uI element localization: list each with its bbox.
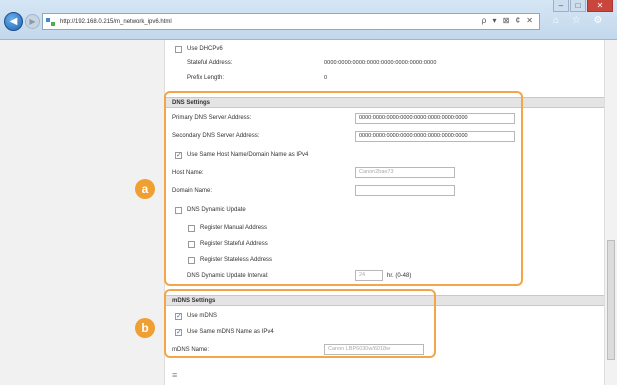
minimize-button[interactable]: – bbox=[553, 0, 569, 12]
use-dhcpv6-checkbox[interactable] bbox=[175, 46, 182, 53]
callout-frame-b bbox=[164, 289, 436, 358]
callout-badge-b: b bbox=[135, 318, 155, 338]
address-bar[interactable]: http://192.168.0.215/m_network_ipv6.html… bbox=[42, 13, 540, 30]
stateful-address-label: Stateful Address: bbox=[187, 60, 233, 66]
url-text: http://192.168.0.215/m_network_ipv6.html bbox=[60, 18, 172, 25]
maximize-button[interactable]: □ bbox=[570, 0, 586, 12]
page-favicon-icon bbox=[46, 17, 56, 27]
callout-frame-a bbox=[164, 91, 523, 286]
stateful-address-value: 0000:0000:0000:0000:0000:0000:0000:0000 bbox=[324, 60, 437, 66]
menu-icon: ≡ bbox=[172, 370, 178, 380]
use-dhcpv6-label: Use DHCPv6 bbox=[187, 46, 223, 52]
forward-arrow-icon: ▶ bbox=[29, 17, 36, 26]
close-window-button[interactable]: ✕ bbox=[587, 0, 613, 12]
vertical-scrollbar[interactable] bbox=[604, 40, 617, 385]
home-favorites-settings-icons[interactable]: ⌂ ☆ ⚙ bbox=[553, 15, 608, 26]
prefix-length-value: 0 bbox=[324, 75, 328, 81]
address-bar-tools[interactable]: ρ ▾ ⊠ ¢ ✕ bbox=[482, 16, 535, 25]
forward-button[interactable]: ▶ bbox=[25, 14, 40, 29]
back-arrow-icon: ◀ bbox=[9, 16, 18, 27]
scrollbar-thumb[interactable] bbox=[607, 240, 615, 360]
window-controls: – □ ✕ bbox=[553, 0, 613, 12]
callout-badge-a: a bbox=[135, 179, 155, 199]
back-button[interactable]: ◀ bbox=[4, 12, 23, 31]
prefix-length-label: Prefix Length: bbox=[187, 75, 225, 81]
browser-toolbar: – □ ✕ ◀ ▶ http://192.168.0.215/m_network… bbox=[0, 0, 617, 40]
